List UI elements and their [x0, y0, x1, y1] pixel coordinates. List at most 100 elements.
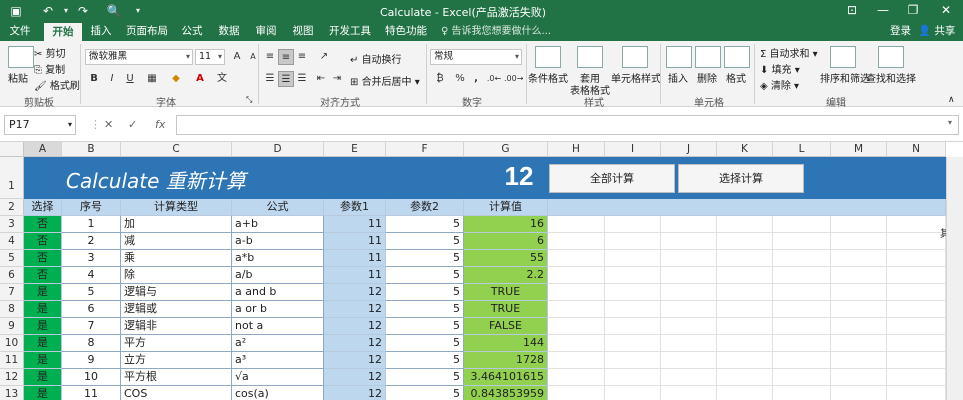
conditional-format-icon[interactable] [535, 46, 561, 68]
value-cell[interactable]: 55 [464, 250, 548, 267]
param2-cell[interactable]: 5 [386, 216, 464, 233]
tell-me-input[interactable]: ♀ 告诉我您想要做什么... [441, 22, 551, 41]
empty-cell[interactable] [605, 250, 661, 267]
empty-cell[interactable] [887, 335, 946, 352]
empty-cell[interactable] [661, 318, 717, 335]
empty-cell[interactable] [831, 301, 887, 318]
column-header[interactable]: B [62, 142, 121, 157]
undo-icon[interactable]: ↶ [40, 3, 56, 19]
undo-dropdown-icon[interactable]: ▾ [58, 3, 74, 19]
formula-cell[interactable]: a³ [232, 352, 324, 369]
align-middle-icon[interactable]: ≡ [278, 49, 294, 65]
number-format-select[interactable]: 常规 ▾ [430, 49, 522, 65]
empty-cell[interactable] [661, 386, 717, 400]
param1-cell[interactable]: 12 [324, 318, 386, 335]
close-icon[interactable]: ✕ [938, 3, 954, 17]
cell-styles-button[interactable]: 单元格样式 [611, 70, 661, 85]
row-header[interactable]: 3 [0, 216, 24, 233]
tab-developer[interactable]: 开发工具 [327, 22, 373, 41]
tab-page-layout[interactable]: 页面布局 [122, 22, 172, 41]
param1-cell[interactable]: 12 [324, 369, 386, 386]
empty-cell[interactable] [831, 250, 887, 267]
row-header[interactable]: 2 [0, 199, 24, 216]
column-header[interactable]: I [605, 142, 661, 157]
param1-cell[interactable]: 12 [324, 386, 386, 400]
phonetic-icon[interactable]: 文 [214, 71, 230, 87]
insert-function-icon[interactable]: fx [155, 118, 165, 131]
row-header[interactable]: 1 [0, 157, 24, 199]
param2-cell[interactable]: 5 [386, 318, 464, 335]
tab-special[interactable]: 特色功能 [380, 22, 432, 41]
delete-cells-button[interactable]: 删除 [697, 70, 717, 85]
index-cell[interactable]: 11 [62, 386, 121, 400]
formula-cell[interactable]: not a [232, 318, 324, 335]
merge-center-button[interactable]: ⊞ 合并后居中 ▾ [350, 73, 420, 88]
empty-cell[interactable] [831, 233, 887, 250]
row-header[interactable]: 6 [0, 267, 24, 284]
tab-insert[interactable]: 插入 [85, 22, 117, 41]
row-header[interactable]: 10 [0, 335, 24, 352]
empty-cell[interactable] [773, 369, 831, 386]
type-cell[interactable]: 乘 [121, 250, 232, 267]
restore-icon[interactable]: ❐ [905, 3, 921, 17]
column-header[interactable]: N [887, 142, 946, 157]
empty-cell[interactable] [717, 386, 773, 400]
param1-cell[interactable]: 11 [324, 233, 386, 250]
header-cell[interactable]: 参数2 [386, 199, 464, 216]
row-header[interactable]: 8 [0, 301, 24, 318]
value-cell[interactable]: 16 [464, 216, 548, 233]
column-header[interactable]: H [548, 142, 605, 157]
empty-cell[interactable] [717, 284, 773, 301]
empty-cell[interactable] [605, 267, 661, 284]
confirm-edit-icon[interactable]: ✓ [128, 118, 137, 131]
formula-cell[interactable]: cos(a) [232, 386, 324, 400]
value-cell[interactable]: 3.464101615 [464, 369, 548, 386]
column-header[interactable]: D [232, 142, 324, 157]
index-cell[interactable]: 2 [62, 233, 121, 250]
empty-cell[interactable] [887, 318, 946, 335]
empty-cell[interactable] [661, 216, 717, 233]
empty-cell[interactable] [548, 267, 605, 284]
empty-cell[interactable] [548, 335, 605, 352]
empty-cell[interactable] [887, 369, 946, 386]
value-cell[interactable]: 0.843853959 [464, 386, 548, 400]
index-cell[interactable]: 10 [62, 369, 121, 386]
bold-button[interactable]: B [86, 71, 102, 87]
find-select-icon[interactable] [878, 46, 904, 68]
column-header[interactable]: F [386, 142, 464, 157]
format-table-icon[interactable] [577, 46, 603, 68]
empty-cell[interactable] [773, 301, 831, 318]
header-cell[interactable]: 计算类型 [121, 199, 232, 216]
increase-decimal-icon[interactable]: .0← [486, 71, 502, 87]
empty-cell[interactable] [548, 250, 605, 267]
empty-cell[interactable] [717, 335, 773, 352]
empty-cell[interactable] [773, 267, 831, 284]
empty-cell[interactable] [605, 233, 661, 250]
column-header[interactable]: K [717, 142, 773, 157]
accounting-format-icon[interactable]: ₿ [432, 71, 448, 87]
param1-cell[interactable]: 12 [324, 284, 386, 301]
empty-cell[interactable] [548, 318, 605, 335]
empty-cell[interactable] [605, 216, 661, 233]
format-cells-icon[interactable] [724, 46, 750, 68]
empty-cell[interactable] [717, 301, 773, 318]
column-header[interactable]: M [831, 142, 887, 157]
header-cell[interactable]: 参数1 [324, 199, 386, 216]
empty-cell[interactable] [887, 284, 946, 301]
empty-cell[interactable] [548, 284, 605, 301]
empty-cell[interactable] [887, 216, 946, 233]
orientation-icon[interactable]: ↗ [316, 49, 332, 65]
formula-cell[interactable]: √a [232, 369, 324, 386]
insert-cells-icon[interactable] [666, 46, 692, 68]
value-cell[interactable]: TRUE [464, 301, 548, 318]
row-header[interactable]: 5 [0, 250, 24, 267]
type-cell[interactable]: 减 [121, 233, 232, 250]
param2-cell[interactable]: 5 [386, 250, 464, 267]
empty-cell[interactable] [548, 301, 605, 318]
empty-cell[interactable] [661, 250, 717, 267]
value-cell[interactable]: FALSE [464, 318, 548, 335]
align-left-icon[interactable]: ☰ [262, 71, 278, 87]
type-cell[interactable]: 逻辑或 [121, 301, 232, 318]
empty-cell[interactable] [887, 267, 946, 284]
minimize-icon[interactable]: — [875, 3, 891, 17]
